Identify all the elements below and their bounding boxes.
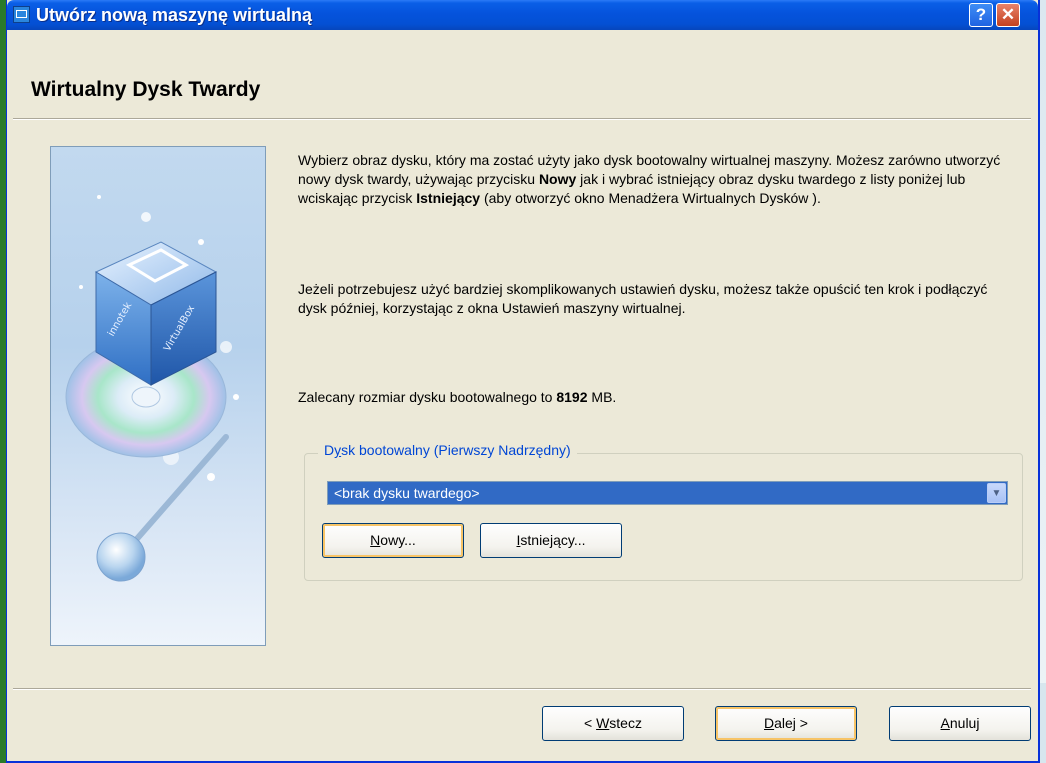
chevron-down-icon[interactable]: ▼	[987, 483, 1006, 503]
virtualbox-cube-disc-illustration: innotek VirtualBox	[65, 195, 239, 582]
window-title: Utwórz nową maszynę wirtualną	[36, 5, 313, 25]
boot-disk-selected-value: <brak dysku twardego>	[334, 485, 480, 501]
recommended-size-paragraph: Zalecany rozmiar dysku bootowalnego to 8…	[298, 388, 1010, 407]
wizard-illustration: innotek VirtualBox	[50, 146, 266, 646]
cancel-label: nuluj	[949, 715, 980, 731]
recommended-size-value: 8192	[556, 389, 588, 405]
wizard-window: Utwórz nową maszynę wirtualną ? ✕ Wirtua…	[6, 0, 1040, 763]
next-button[interactable]: Dalej >	[715, 706, 857, 741]
help-button[interactable]: ?	[969, 3, 993, 27]
new-hotkey: N	[370, 532, 381, 548]
back-button[interactable]: < Wstecz	[542, 706, 684, 741]
legend-text-post: sk bootowalny (Pierwszy Nadrzędny)	[341, 442, 571, 458]
existing-label: stniejący...	[520, 532, 586, 548]
new-disk-button[interactable]: Nowy...	[322, 523, 464, 558]
intro-text-3: (aby otworzyć okno Menadżera Wirtualnych…	[480, 190, 821, 206]
close-button[interactable]: ✕	[996, 3, 1020, 27]
advanced-paragraph: Jeżeli potrzebujesz użyć bardziej skompl…	[298, 281, 988, 316]
back-label: stecz	[609, 715, 642, 731]
footer-divider	[13, 688, 1031, 690]
intro-bold-new: Nowy	[538, 171, 577, 187]
virtualbox-icon	[13, 6, 30, 23]
boot-disk-groupbox	[304, 453, 1023, 581]
boot-disk-legend: Dysk bootowalny (Pierwszy Nadrzędny)	[318, 442, 577, 458]
recommended-size-unit: MB.	[587, 389, 617, 405]
back-prefix: <	[584, 715, 597, 731]
cancel-button[interactable]: Anuluj	[889, 706, 1031, 741]
cancel-hotkey: A	[940, 715, 950, 731]
recommended-size-text: Zalecany rozmiar dysku bootowalnego to	[298, 389, 557, 405]
boot-disk-select[interactable]: <brak dysku twardego> ▼	[327, 481, 1008, 505]
next-hotkey: D	[764, 715, 775, 731]
back-hotkey: W	[596, 715, 610, 731]
new-label: owy...	[380, 532, 416, 548]
legend-text-pre: D	[324, 442, 335, 458]
intro-paragraph: Wybierz obraz dysku, który ma zostać uży…	[298, 151, 1010, 208]
intro-bold-existing: Istniejący	[416, 190, 481, 206]
page-title: Wirtualny Dysk Twardy	[31, 78, 261, 101]
next-label: alej >	[774, 715, 808, 731]
existing-disk-button[interactable]: Istniejący...	[480, 523, 622, 558]
header-divider	[13, 118, 1031, 120]
title-bar[interactable]: Utwórz nową maszynę wirtualną ? ✕	[7, 0, 1038, 30]
wizard-header	[7, 30, 1038, 118]
